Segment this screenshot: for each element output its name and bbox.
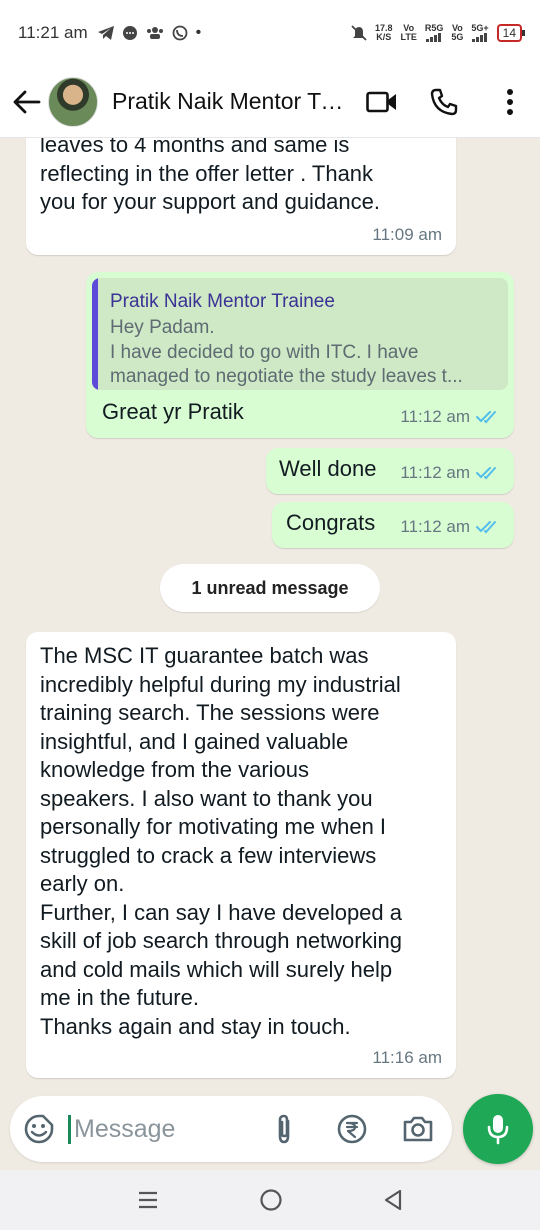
quote-bar	[92, 278, 98, 390]
message-meta: 11:12 am	[400, 513, 500, 542]
chat-area[interactable]: leaves to 4 months and same is reflectin…	[0, 138, 540, 1090]
signal-icon	[472, 33, 487, 42]
system-nav-bar	[0, 1170, 540, 1230]
message-text: The MSC IT guarantee batch was incredibl…	[40, 643, 403, 1039]
telegram-icon	[97, 26, 114, 40]
contact-name[interactable]: Pratik Naik Mentor Trainee	[112, 88, 348, 115]
message-text: Well done	[279, 456, 377, 481]
message-meta: 11:12 am	[400, 403, 500, 432]
status-time: 11:21 am	[18, 23, 88, 42]
recent-apps-icon[interactable]	[137, 1189, 159, 1211]
rupee-payment-icon[interactable]	[334, 1111, 370, 1147]
message-text: Congrats	[286, 510, 376, 535]
home-icon[interactable]	[259, 1188, 283, 1212]
quoted-author: Pratik Naik Mentor Trainee	[110, 291, 335, 312]
avatar[interactable]	[48, 76, 98, 127]
chat-bubble-icon	[122, 26, 137, 40]
notification-icons: •	[97, 24, 202, 42]
battery-indicator: 14	[496, 24, 526, 42]
message-input[interactable]	[68, 1114, 248, 1144]
message-time: 11:09 am	[372, 224, 442, 244]
message-time: 11:12 am	[400, 406, 470, 426]
back-arrow-icon[interactable]	[8, 83, 46, 121]
message-incoming[interactable]: leaves to 4 months and same is reflectin…	[26, 138, 456, 255]
mic-icon[interactable]	[463, 1094, 533, 1164]
whatsapp-icon	[172, 25, 188, 41]
message-time: 11:12 am	[400, 516, 470, 536]
message-incoming[interactable]: The MSC IT guarantee batch was incredibl…	[26, 632, 456, 1078]
more-notifications-dot: •	[195, 24, 202, 41]
sim2-volte: Vo 5G	[451, 23, 464, 42]
message-text: Great yr Pratik	[102, 399, 244, 424]
message-outgoing[interactable]: Pratik Naik Mentor Trainee Hey Padam. I …	[86, 272, 514, 438]
message-meta: 11:12 am	[400, 459, 500, 488]
message-composer	[10, 1096, 452, 1162]
back-nav-icon[interactable]	[383, 1189, 403, 1211]
message-outgoing[interactable]: Well done 11:12 am	[266, 448, 514, 494]
message-time: 11:16 am	[372, 1047, 442, 1067]
mute-icon	[351, 25, 367, 41]
quoted-message[interactable]: Pratik Naik Mentor Trainee Hey Padam. I …	[92, 278, 508, 390]
camera-icon[interactable]	[400, 1111, 436, 1147]
chat-header: Pratik Naik Mentor Trainee	[0, 66, 540, 138]
quoted-text: Hey Padam. I have decided to go with ITC…	[110, 317, 463, 387]
video-call-icon[interactable]	[362, 82, 402, 122]
more-options-icon[interactable]	[490, 82, 530, 122]
signal-icon	[426, 33, 442, 42]
phone-icon[interactable]	[424, 82, 464, 122]
attach-icon[interactable]	[266, 1111, 302, 1147]
double-check-read-icon	[476, 410, 496, 424]
system-status: 17.8 K/S Vo LTE R5G Vo 5G 5G+ 14	[351, 23, 526, 42]
emoji-sticker-icon[interactable]	[22, 1112, 56, 1146]
double-check-read-icon	[476, 466, 496, 480]
double-check-read-icon	[476, 520, 496, 534]
sim1-volte: Vo LTE	[400, 23, 417, 42]
group-icon	[146, 27, 163, 39]
message-time: 11:12 am	[400, 462, 470, 482]
net-speed: 17.8 K/S	[374, 23, 393, 42]
message-text: leaves to 4 months and same is reflectin…	[40, 138, 381, 214]
sim1-signal: R5G	[425, 24, 443, 42]
message-outgoing[interactable]: Congrats 11:12 am	[272, 502, 514, 548]
sim2-signal: 5G+	[471, 24, 489, 42]
unread-messages-banner: 1 unread message	[160, 564, 380, 612]
status-bar: 11:21 am • 17.8 K/S Vo LTE R5G Vo 5G 5G+…	[0, 0, 540, 66]
